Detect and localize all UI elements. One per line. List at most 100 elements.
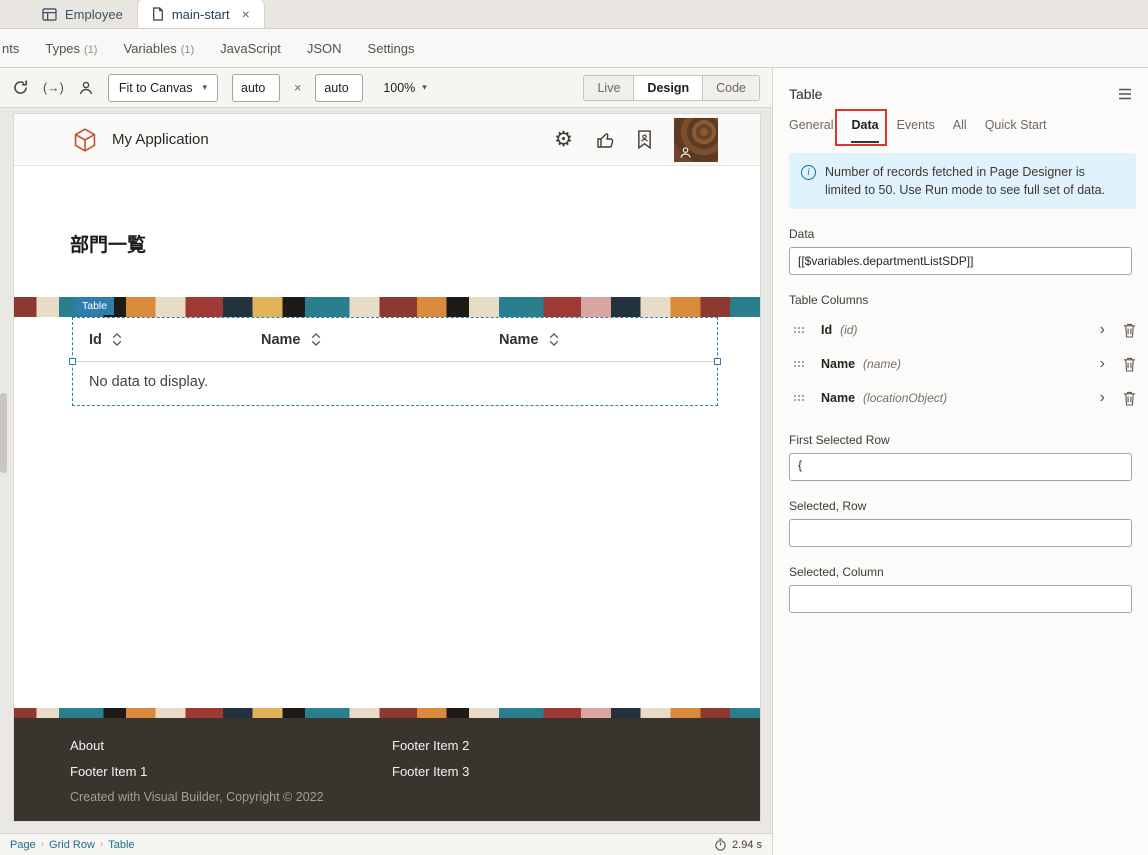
footer-link-item3[interactable]: Footer Item 3	[392, 764, 469, 779]
live-mode-button[interactable]: Live	[584, 76, 633, 100]
menu-item-settings[interactable]: Settings	[368, 41, 415, 56]
page-icon	[152, 7, 164, 21]
first-selected-row-label: First Selected Row	[789, 433, 1132, 447]
chevron-down-icon: ▾	[202, 82, 207, 93]
table-columns-list: Id (id) › Name (name) ›	[773, 313, 1148, 415]
tab-quick-start[interactable]: Quick Start	[985, 118, 1047, 143]
render-timing: 2.94 s	[714, 838, 762, 851]
app-logo-icon	[72, 127, 98, 153]
sort-icon[interactable]	[549, 332, 559, 347]
menu-count: (1)	[84, 44, 97, 56]
thumbs-up-icon[interactable]	[595, 130, 615, 150]
tab-employee[interactable]: Employee	[28, 0, 138, 28]
editor-menu: nts Types (1) Variables (1) JavaScript J…	[0, 29, 1148, 68]
chevron-right-icon[interactable]: ›	[1100, 322, 1105, 338]
tab-label: main-start	[172, 7, 230, 22]
decorative-banner-strip	[14, 297, 760, 317]
menu-item-javascript[interactable]: JavaScript	[220, 41, 281, 56]
decorative-footer-strip	[14, 708, 760, 718]
tab-general[interactable]: General	[789, 118, 833, 143]
close-icon[interactable]: ×	[242, 6, 250, 22]
app-icon	[42, 8, 57, 21]
drag-handle-icon[interactable]	[793, 394, 805, 402]
trash-icon[interactable]	[1123, 323, 1136, 338]
data-field-label: Data	[789, 227, 1132, 241]
menu-item-json[interactable]: JSON	[307, 41, 342, 56]
info-icon: i	[801, 165, 816, 180]
sort-icon[interactable]	[112, 332, 122, 347]
menu-item-variables[interactable]: Variables (1)	[123, 41, 194, 56]
table-empty-message: No data to display.	[73, 362, 717, 402]
canvas-height-input[interactable]: auto	[315, 74, 363, 102]
footer-link-item2[interactable]: Footer Item 2	[392, 738, 469, 753]
menu-item-types[interactable]: Types (1)	[45, 41, 97, 56]
breadcrumb-page[interactable]: Page	[10, 839, 36, 851]
tab-all[interactable]: All	[953, 118, 967, 143]
selection-handle-left[interactable]	[69, 358, 76, 365]
zoom-select[interactable]: 100% ▾	[383, 81, 427, 95]
drag-handle-icon[interactable]	[793, 360, 805, 368]
expression-toggle-icon[interactable]: (→)	[43, 81, 64, 95]
sort-icon[interactable]	[311, 332, 321, 347]
menu-icon[interactable]	[1118, 88, 1132, 100]
code-mode-button[interactable]: Code	[702, 76, 759, 100]
selected-column-input[interactable]	[789, 585, 1132, 613]
breadcrumb-grid-row[interactable]: Grid Row	[49, 839, 95, 851]
selected-row-label: Selected, Row	[789, 499, 1132, 513]
first-selected-row-input[interactable]: {	[789, 453, 1132, 481]
chevron-right-icon[interactable]: ›	[1100, 390, 1105, 406]
preview-app-header: My Application ⚙	[14, 114, 760, 166]
footer-link-about[interactable]: About	[70, 738, 147, 753]
trash-icon[interactable]	[1123, 357, 1136, 372]
column-header-name[interactable]: Name	[261, 332, 499, 348]
table-component[interactable]: Id Name	[72, 317, 718, 406]
mode-switcher: Live Design Code	[583, 75, 760, 101]
data-expression-input[interactable]: [[$variables.departmentListSDP]]	[789, 247, 1132, 275]
property-inspector: Table General Data Events All Quick Star…	[772, 68, 1148, 855]
column-header-name-2[interactable]: Name	[499, 332, 559, 348]
designer-toolbar: (→) Fit to Canvas ▾ auto × auto 100% ▾	[0, 68, 772, 108]
left-panel-scrollbar[interactable]	[0, 393, 7, 473]
inspector-tabs: General Data Events All Quick Start	[773, 102, 1148, 143]
breadcrumb-separator-icon: ›	[100, 839, 103, 850]
breadcrumb-bar: Page › Grid Row › Table 2.94 s	[0, 833, 772, 855]
canvas-width-input[interactable]: auto	[232, 74, 280, 102]
page-heading: 部門一覧	[70, 230, 146, 257]
refresh-icon[interactable]	[12, 79, 29, 96]
column-row-name[interactable]: Name (name) ›	[773, 347, 1148, 381]
chevron-right-icon[interactable]: ›	[1100, 356, 1105, 372]
preview-app-title: My Application	[112, 131, 209, 148]
person-icon	[679, 146, 692, 159]
menu-item-partial[interactable]: nts	[2, 41, 19, 56]
document-tabstrip: Employee main-start ×	[0, 0, 1148, 29]
selection-badge: Table	[75, 297, 114, 315]
tab-events[interactable]: Events	[897, 118, 935, 143]
tab-label: Employee	[65, 7, 123, 22]
column-header-id[interactable]: Id	[89, 332, 261, 348]
selected-column-label: Selected, Column	[789, 565, 1132, 579]
bookmark-user-icon[interactable]	[637, 130, 652, 149]
avatar[interactable]	[674, 118, 718, 162]
drag-handle-icon[interactable]	[793, 326, 805, 334]
table-header-row: Id Name	[73, 318, 717, 362]
footer-link-item1[interactable]: Footer Item 1	[70, 764, 147, 779]
tab-main-start[interactable]: main-start ×	[138, 0, 265, 28]
timer-icon	[714, 838, 727, 851]
selection-handle-right[interactable]	[714, 358, 721, 365]
gear-icon[interactable]: ⚙	[554, 129, 573, 150]
column-row-id[interactable]: Id (id) ›	[773, 313, 1148, 347]
menu-count: (1)	[181, 44, 194, 56]
column-row-location[interactable]: Name (locationObject) ›	[773, 381, 1148, 415]
user-preview-icon[interactable]	[78, 80, 94, 96]
fit-to-canvas-select[interactable]: Fit to Canvas ▾	[108, 74, 218, 102]
design-mode-button[interactable]: Design	[633, 76, 702, 100]
selected-row-input[interactable]	[789, 519, 1132, 547]
dimension-times-label: ×	[294, 81, 301, 95]
preview-page: My Application ⚙	[14, 114, 760, 821]
trash-icon[interactable]	[1123, 391, 1136, 406]
tab-data[interactable]: Data	[851, 118, 878, 143]
inspector-title: Table	[789, 86, 822, 102]
breadcrumb-table[interactable]: Table	[108, 839, 134, 851]
preview-footer: About Footer Item 1 Footer Item 2 Footer…	[14, 718, 760, 821]
info-banner: i Number of records fetched in Page Desi…	[789, 153, 1136, 209]
